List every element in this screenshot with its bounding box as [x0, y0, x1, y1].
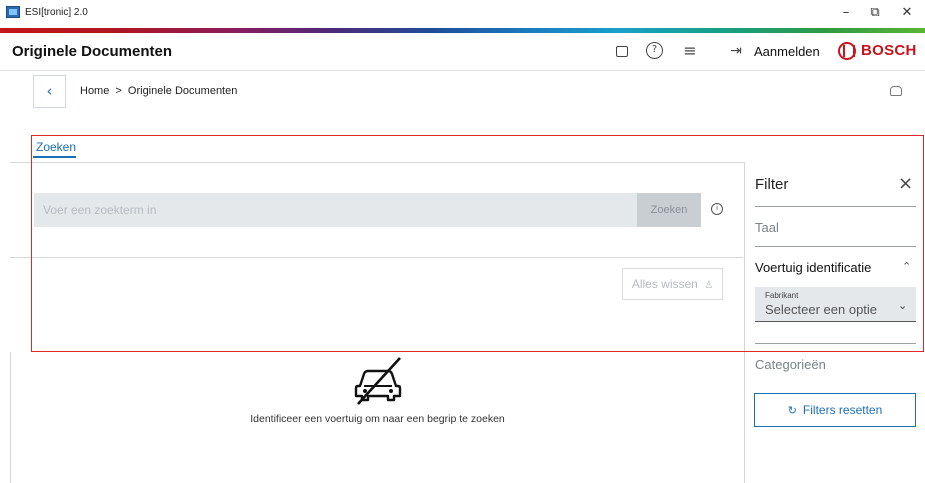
close-icon[interactable]: × — [898, 175, 913, 193]
search-divider — [10, 257, 743, 258]
manufacturer-value: Selecteer een optie — [765, 302, 878, 317]
reset-filters-button[interactable]: ↻ Filters resetten — [754, 393, 916, 427]
chevron-left-icon: ‹ — [46, 82, 53, 100]
clear-icon: ♙ — [704, 280, 714, 291]
filter-divider — [755, 343, 916, 344]
menu-icon[interactable]: ≡ — [681, 42, 699, 60]
back-button[interactable]: ‹ — [33, 75, 66, 108]
manufacturer-select[interactable]: Fabrikant Selecteer een optie ⌄ — [755, 287, 916, 322]
close-window-button[interactable]: ✕ — [889, 2, 925, 24]
screen-icon[interactable] — [616, 46, 628, 57]
login-icon[interactable]: ⇥ — [727, 42, 745, 60]
help-icon[interactable]: ? — [646, 42, 663, 59]
filter-title: Filter — [755, 176, 789, 193]
breadcrumb: Home > Originele Documenten — [80, 85, 240, 97]
refresh-icon: ↻ — [787, 404, 797, 417]
no-vehicle-icon — [354, 357, 402, 405]
manufacturer-label: Fabrikant — [765, 291, 799, 300]
filter-divider — [755, 246, 916, 247]
brand-name: BOSCH — [861, 42, 917, 59]
filter-vehicle-identification[interactable]: Voertuig identificatie — [755, 260, 871, 275]
search-button[interactable]: Zoeken — [637, 193, 701, 227]
bosch-logo-icon — [838, 42, 856, 60]
app-header: Originele Documenten ? ≡ ⇥ Aanmelden BOS… — [0, 33, 925, 71]
clear-all-button[interactable]: Alles wissen ♙ — [622, 268, 723, 300]
app-icon — [6, 6, 20, 18]
page-title: Originele Documenten — [12, 43, 173, 60]
chevron-up-icon[interactable]: ⌃ — [902, 260, 911, 273]
breadcrumb-current: Originele Documenten — [127, 85, 238, 97]
filter-language[interactable]: Taal — [755, 220, 779, 235]
chevron-down-icon: ⌄ — [898, 299, 908, 312]
window-titlebar: ESI[tronic] 2.0 – ⧉ ✕ — [0, 0, 925, 28]
clear-all-label: Alles wissen — [631, 277, 698, 291]
reset-filters-label: Filters resetten — [802, 403, 883, 417]
filter-divider — [755, 206, 916, 207]
restore-button[interactable]: ⧉ — [857, 2, 893, 24]
breadcrumb-home[interactable]: Home — [80, 85, 109, 97]
vehicle-icon[interactable] — [890, 86, 902, 96]
filter-panel — [744, 162, 925, 483]
breadcrumb-separator: > — [115, 85, 122, 97]
active-tab-indicator — [33, 156, 76, 158]
tab-zoeken[interactable]: Zoeken — [36, 140, 76, 154]
info-icon[interactable]: i — [711, 203, 723, 215]
login-link[interactable]: Aanmelden — [754, 44, 820, 59]
search-input[interactable] — [34, 193, 637, 227]
filter-categories[interactable]: Categorieën — [755, 357, 826, 372]
window-title: ESI[tronic] 2.0 — [25, 7, 88, 18]
empty-state-message: Identificeer een voertuig om naar een be… — [250, 413, 505, 425]
